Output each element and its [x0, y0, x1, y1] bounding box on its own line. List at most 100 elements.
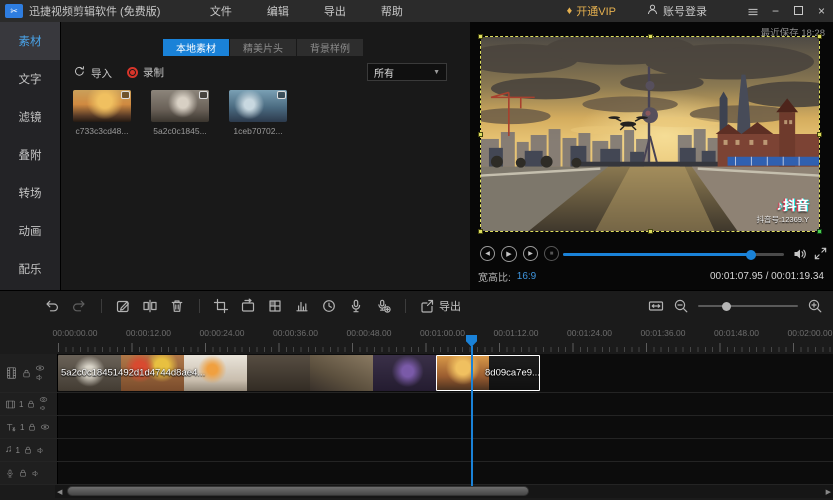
resize-handle[interactable]	[478, 229, 483, 234]
text-track-lane[interactable]	[58, 416, 833, 438]
volume-icon[interactable]	[792, 246, 808, 262]
fit-timeline-button[interactable]	[648, 298, 664, 314]
tab-local-media[interactable]: 本地素材	[163, 39, 229, 56]
visibility-icon[interactable]	[35, 364, 45, 372]
minimize-button[interactable]: −	[764, 4, 787, 18]
lock-icon[interactable]	[23, 445, 33, 455]
zoom-out-button[interactable]	[673, 298, 689, 314]
video-track-lane[interactable]: 5a2c0c18451492d1d4744d8ae4... 8d09ca7e9.…	[58, 354, 833, 392]
media-item[interactable]: 1ceb70702...	[229, 90, 287, 136]
lock-icon[interactable]	[21, 368, 32, 379]
scrollbar-thumb[interactable]	[67, 486, 529, 496]
voice-track-lane[interactable]	[58, 462, 833, 484]
lock-icon[interactable]	[26, 399, 36, 409]
prev-frame-button[interactable]: ◀	[480, 246, 495, 261]
ruler-tick-label: 00:00:36.00	[273, 328, 318, 338]
pip-track-lane[interactable]	[58, 393, 833, 415]
undo-button[interactable]	[44, 298, 60, 314]
maximize-button[interactable]	[787, 4, 810, 18]
sidebar-item-filter[interactable]: 滤镜	[0, 98, 60, 136]
mosaic-button[interactable]	[267, 298, 283, 314]
mute-icon[interactable]	[39, 404, 48, 412]
sidebar-item-text[interactable]: 文字	[0, 60, 60, 98]
ruler-tick-label: 00:00:00.00	[53, 328, 98, 338]
resize-handle[interactable]	[817, 132, 822, 137]
filmstrip-icon	[5, 366, 18, 380]
play-button[interactable]: ▶	[501, 246, 517, 262]
resize-handle[interactable]	[648, 34, 653, 39]
aspect-ratio-value[interactable]: 16:9	[517, 271, 536, 282]
seek-bar[interactable]	[563, 253, 784, 256]
account-login-button[interactable]: 账号登录	[646, 3, 707, 19]
stop-button[interactable]: ■	[544, 246, 559, 261]
sidebar-item-animation[interactable]: 动画	[0, 212, 60, 250]
window-menu-button[interactable]	[741, 4, 764, 18]
tab-background-samples[interactable]: 背景样例	[297, 39, 363, 56]
scroll-left-arrow[interactable]: ◀	[57, 488, 62, 496]
visibility-icon[interactable]	[39, 396, 48, 403]
record-button[interactable]: 录制	[127, 65, 164, 80]
filmstrip-icon	[5, 399, 16, 410]
lock-icon[interactable]	[27, 422, 37, 432]
media-item-name: 1ceb70702...	[229, 126, 287, 136]
delete-button[interactable]	[169, 298, 185, 314]
text-track-icon	[5, 422, 17, 433]
import-button[interactable]: 导入	[73, 65, 112, 81]
levels-button[interactable]	[294, 298, 310, 314]
visibility-icon[interactable]	[40, 423, 50, 431]
media-tabs: 本地素材 精美片头 背景样例	[163, 39, 364, 56]
media-item[interactable]: 5a2c0c1845...	[151, 90, 209, 136]
menu-file[interactable]: 文件	[192, 3, 249, 19]
crop-button[interactable]	[213, 298, 229, 314]
canvas-button[interactable]	[240, 298, 256, 314]
timeline-zoom-slider[interactable]	[698, 305, 798, 307]
ruler-tick-label: 00:01:00.00	[420, 328, 465, 338]
resize-handle[interactable]	[817, 229, 822, 234]
track-pip: 1	[0, 393, 833, 416]
timeline-scrollbar[interactable]: ◀ ▶	[55, 485, 833, 498]
voiceover-button[interactable]	[348, 298, 364, 314]
duration-button[interactable]	[321, 298, 337, 314]
zoom-slider-knob[interactable]	[722, 302, 731, 311]
seek-knob[interactable]	[746, 250, 756, 260]
resize-handle[interactable]	[648, 229, 653, 234]
menu-edit[interactable]: 编辑	[249, 3, 306, 19]
mute-icon[interactable]	[36, 446, 46, 455]
close-button[interactable]: ×	[810, 4, 833, 18]
resize-handle[interactable]	[478, 34, 483, 39]
music-track-lane[interactable]	[58, 439, 833, 461]
user-icon	[646, 3, 659, 19]
media-item[interactable]: c733c3cd48...	[73, 90, 131, 136]
split-button[interactable]	[142, 298, 158, 314]
media-filter-dropdown[interactable]: 所有 ▼	[367, 63, 447, 81]
timeline-clip-selected[interactable]: 8d09ca7e9...	[436, 355, 540, 391]
lock-icon[interactable]	[18, 468, 28, 478]
mute-icon[interactable]	[31, 469, 41, 478]
edit-button[interactable]	[115, 298, 131, 314]
timeline-ruler[interactable]: 00:00:00.00 00:00:12.00 00:00:24.00 00:0…	[0, 321, 833, 354]
video-preview[interactable]: ♪抖音 抖音号:12369.Y	[480, 36, 820, 232]
zoom-in-button[interactable]	[807, 298, 823, 314]
redo-button[interactable]	[71, 298, 87, 314]
resize-handle[interactable]	[478, 132, 483, 137]
clip-name: 5a2c0c18451492d1d4744d8ae4...	[61, 368, 205, 379]
voice-change-button[interactable]	[375, 298, 391, 314]
sidebar-item-music[interactable]: 配乐	[0, 250, 60, 288]
playhead-line	[471, 346, 473, 486]
sidebar-item-media[interactable]: 素材	[0, 22, 60, 60]
menu-help[interactable]: 帮助	[363, 3, 420, 19]
timeline-export-button[interactable]: 导出	[419, 298, 461, 314]
tab-intro-templates[interactable]: 精美片头	[230, 39, 296, 56]
sidebar-item-overlay[interactable]: 叠附	[0, 136, 60, 174]
next-frame-button[interactable]: ▶	[523, 246, 538, 261]
menu-export[interactable]: 导出	[306, 3, 363, 19]
track-music-header: ♫ 1	[0, 439, 58, 461]
sidebar-item-transition[interactable]: 转场	[0, 174, 60, 212]
resize-handle[interactable]	[817, 34, 822, 39]
mute-icon[interactable]	[35, 373, 45, 382]
open-vip-button[interactable]: ♦ 开通VIP	[567, 3, 616, 19]
timeline-clip[interactable]: 5a2c0c18451492d1d4744d8ae4...	[58, 355, 436, 391]
video-badge-icon	[277, 91, 286, 99]
fullscreen-icon[interactable]	[813, 246, 828, 261]
scroll-right-arrow[interactable]: ▶	[826, 488, 831, 496]
